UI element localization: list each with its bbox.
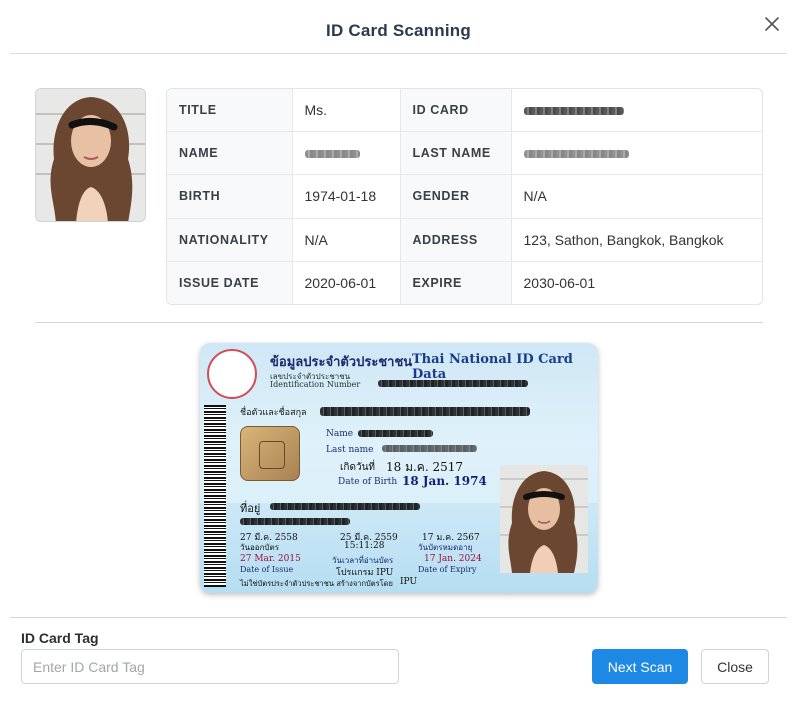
dialog-title: ID Card Scanning — [326, 21, 471, 40]
name-label: NAME — [167, 131, 293, 176]
name-value — [292, 131, 401, 176]
barcode-icon — [204, 405, 226, 587]
table-row: ISSUE DATE 2020-06-01 EXPIRE 2030-06-01 — [167, 261, 762, 304]
card-birth-thai-label: เกิดวันที่ — [340, 462, 376, 473]
title-label: TITLE — [167, 89, 293, 132]
table-row: TITLE Ms. ID CARD — [167, 89, 762, 132]
card-issue-english: 27 Mar. 2015 — [240, 554, 301, 564]
issue-date-value: 2020-06-01 — [292, 261, 401, 304]
card-header-thai: ข้อมูลประจำตัวประชาชน — [270, 355, 413, 370]
expire-label: EXPIRE — [400, 261, 512, 304]
card-expiry-english: 17 Jan. 2024 — [424, 554, 482, 564]
last-name-label: LAST NAME — [400, 131, 512, 176]
card-expiry-english-label: Date of Expiry — [418, 565, 477, 574]
expire-value: 2030-06-01 — [523, 275, 596, 292]
card-id-label-english: Identification Number — [270, 380, 361, 389]
holder-photo — [35, 88, 146, 222]
redacted-mark — [240, 518, 350, 525]
card-read-time: 15:11:28 — [344, 541, 385, 551]
card-issue-english-label: Date of Issue — [240, 565, 294, 574]
redacted-mark — [382, 445, 477, 452]
card-program-label: โปรแกรม IPU — [336, 568, 394, 578]
redacted-mark — [270, 503, 420, 510]
id-card-image: ข้อมูลประจำตัวประชาชน Thai National ID C… — [200, 343, 598, 593]
id-card-label: ID CARD — [400, 89, 512, 132]
issue-date-label: ISSUE DATE — [167, 261, 293, 304]
id-card-value — [511, 89, 762, 132]
title-value: Ms. — [292, 89, 401, 132]
address-value: 123, Sathon, Bangkok, Bangkok — [511, 218, 762, 263]
birth-label: BIRTH — [167, 174, 293, 219]
table-row: BIRTH 1974-01-18 GENDER N/A — [167, 174, 762, 219]
card-footer-tag: IPU — [400, 577, 418, 587]
id-card-tag-input[interactable] — [21, 649, 399, 684]
gender-value: N/A — [511, 174, 762, 219]
close-icon[interactable] — [763, 15, 781, 33]
card-name-thai-label: ชื่อตัวและชื่อสกุล — [240, 408, 307, 418]
card-expiry-thai-label: วันบัตรหมดอายุ — [418, 543, 473, 552]
card-issue-thai-label: วันออกบัตร — [240, 543, 279, 552]
card-address-label: ที่อยู่ — [240, 502, 261, 515]
card-header-english: Thai National ID Card Data — [412, 352, 573, 382]
card-footer-text: ไม่ใช่บัตรประจำตัวประชาชน สร้างจากบัตรโด… — [240, 579, 393, 588]
section-divider — [35, 322, 763, 323]
dialog-header: ID Card Scanning — [10, 8, 787, 54]
table-row: NAME LAST NAME — [167, 131, 762, 176]
table-row: NATIONALITY N/A ADDRESS 123, Sathon, Ban… — [167, 218, 762, 263]
redacted-mark — [523, 150, 629, 159]
dialog-footer-divider — [10, 617, 787, 618]
card-holder-photo — [500, 465, 588, 573]
card-lastname-label: Last name — [326, 445, 374, 455]
chip-icon — [240, 426, 300, 481]
redacted-mark — [320, 407, 530, 416]
nationality-value: N/A — [292, 218, 401, 263]
address-label: ADDRESS — [400, 218, 512, 263]
card-name-label: Name — [326, 429, 354, 439]
card-birth-english-label: Date of Birth — [338, 477, 398, 487]
id-card-scanning-dialog: ID Card Scanning TITLE Ms. ID CARD NAME … — [0, 0, 797, 703]
birth-value: 1974-01-18 — [292, 174, 401, 219]
close-button[interactable]: Close — [701, 649, 769, 684]
nationality-label: NATIONALITY — [167, 218, 293, 263]
gender-label: GENDER — [400, 174, 512, 219]
redacted-mark — [378, 380, 528, 387]
redacted-mark — [358, 430, 433, 437]
seal-icon — [207, 349, 257, 399]
redacted-mark — [523, 107, 624, 116]
card-birth-english-value: 18 Jan. 1974 — [402, 474, 487, 488]
redacted-mark — [304, 150, 360, 159]
id-info-table: TITLE Ms. ID CARD NAME LAST NAME BIRTH 1… — [166, 88, 763, 305]
last-name-value — [511, 131, 762, 176]
next-scan-button[interactable]: Next Scan — [592, 649, 688, 684]
id-card-tag-label: ID Card Tag — [21, 630, 99, 646]
